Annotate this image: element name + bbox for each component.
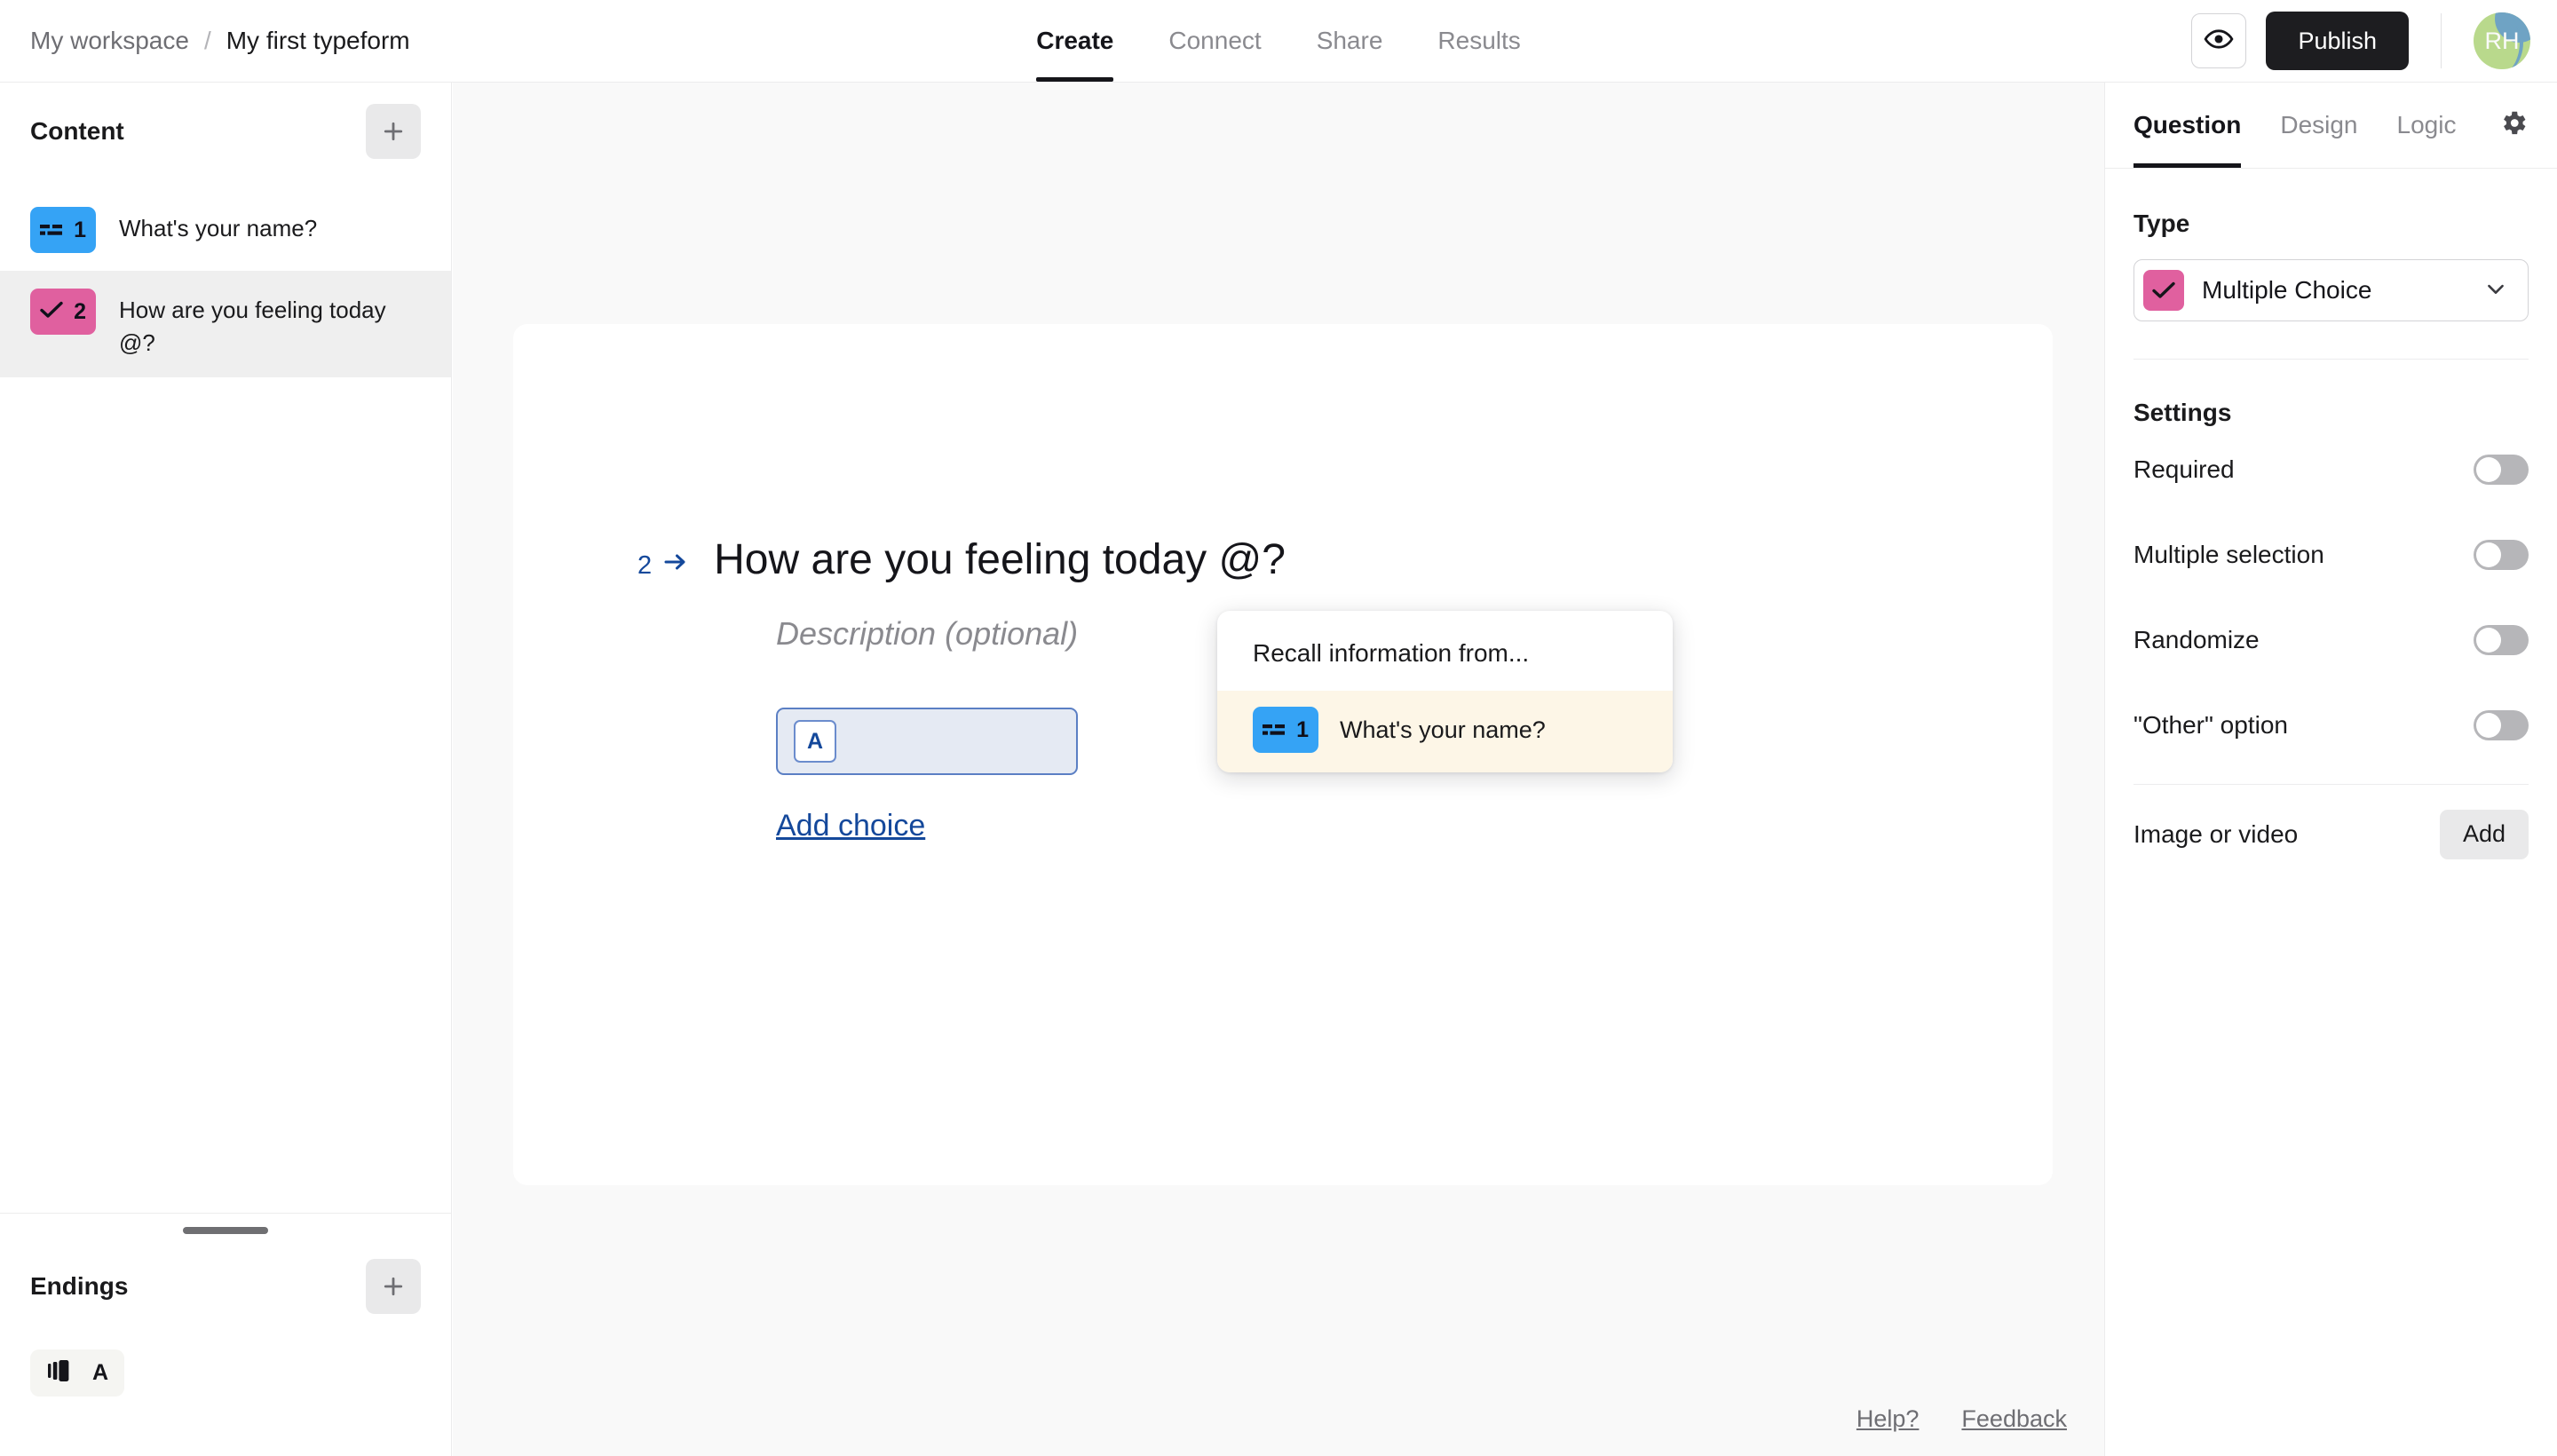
header-divider <box>2441 13 2442 68</box>
tab-question[interactable]: Question <box>2133 83 2242 168</box>
image-or-video-row: Image or video Add <box>2133 784 2529 883</box>
plus-icon <box>381 1274 406 1299</box>
setting-label: "Other" option <box>2133 711 2288 739</box>
image-or-video-label: Image or video <box>2133 819 2299 848</box>
publish-button[interactable]: Publish <box>2266 12 2409 70</box>
question-card: 2 How are you feeling today @? Descripti… <box>513 324 2053 1185</box>
right-panel-tabs: Question Design Logic <box>2105 83 2557 169</box>
right-panel-body: Type Multiple Choice Settings Required M… <box>2105 210 2557 883</box>
toggle-knob <box>2476 628 2501 653</box>
endings-divider <box>0 1213 451 1214</box>
endings-panel-header: Endings <box>0 1238 451 1335</box>
question-number: 1 <box>74 217 86 242</box>
tab-share[interactable]: Share <box>1317 0 1383 82</box>
breadcrumb-form-title[interactable]: My first typeform <box>226 27 410 55</box>
endings-list: A <box>0 1335 451 1411</box>
toggle-knob <box>2476 713 2501 738</box>
add-content-button[interactable] <box>366 104 421 159</box>
question-heading: 2 How are you feeling today @? <box>637 536 1286 584</box>
choice-key-badge: A <box>794 720 836 763</box>
avatar[interactable]: RH <box>2474 12 2530 69</box>
breadcrumb-workspace[interactable]: My workspace <box>30 27 189 55</box>
tab-connect[interactable]: Connect <box>1168 0 1261 82</box>
chevron-down-icon <box>2483 276 2508 305</box>
content-question-list: 1 What's your name? 2 How are you feelin… <box>0 180 451 377</box>
setting-randomize: Randomize <box>2133 597 2529 683</box>
setting-label: Multiple selection <box>2133 541 2324 568</box>
question-number-label: 2 <box>637 551 653 580</box>
tab-results[interactable]: Results <box>1437 0 1520 82</box>
question-title[interactable]: How are you feeling today @? <box>714 536 1286 584</box>
choice-input-a[interactable]: A <box>776 708 1078 775</box>
add-media-button[interactable]: Add <box>2439 809 2529 859</box>
ending-card-icon <box>46 1357 73 1389</box>
setting-multiple-selection: Multiple selection <box>2133 512 2529 597</box>
endings-panel: Endings A <box>0 1213 451 1456</box>
sidebar-item-question-1[interactable]: 1 What's your name? <box>0 189 451 271</box>
question-badge: 2 <box>30 289 96 335</box>
add-choice-link[interactable]: Add choice <box>776 809 925 843</box>
type-label: Type <box>2133 210 2190 237</box>
question-number: 1 <box>1296 716 1309 742</box>
tab-create[interactable]: Create <box>1036 0 1114 82</box>
left-sidebar: Content 1 What's your name? 2 How are yo… <box>0 83 452 1456</box>
feedback-link[interactable]: Feedback <box>1961 1405 2067 1433</box>
panel-resize-handle[interactable] <box>183 1227 268 1234</box>
short-text-icon <box>1263 717 1286 743</box>
avatar-initials: RH <box>2484 27 2520 54</box>
sidebar-item-question-2[interactable]: 2 How are you feeling today @? <box>0 271 451 377</box>
question-type-value: Multiple Choice <box>2202 276 2372 304</box>
top-right-actions: Publish RH <box>2191 0 2530 82</box>
required-toggle[interactable] <box>2474 455 2529 485</box>
recall-information-popup: Recall information from... 1 What's your… <box>1217 611 1673 772</box>
setting-other-option: "Other" option <box>2133 683 2529 768</box>
randomize-toggle[interactable] <box>2474 625 2529 655</box>
tab-logic[interactable]: Logic <box>2397 83 2457 168</box>
check-icon <box>40 299 63 325</box>
arrow-right-icon <box>664 552 687 576</box>
help-link[interactable]: Help? <box>1856 1405 1920 1433</box>
endings-title: Endings <box>30 1272 129 1300</box>
content-panel-header: Content <box>0 83 451 180</box>
panel-divider <box>2133 359 2529 360</box>
eye-icon <box>2204 24 2234 59</box>
content-title: Content <box>30 117 124 145</box>
breadcrumb-separator: / <box>203 27 211 54</box>
setting-label: Randomize <box>2133 626 2260 653</box>
breadcrumb: My workspace / My first typeform <box>30 0 410 82</box>
right-panel: Question Design Logic Type Multiple Choi… <box>2104 83 2557 1456</box>
settings-button[interactable] <box>2498 108 2529 143</box>
gear-icon <box>2498 108 2529 143</box>
question-number: 2 <box>74 298 86 324</box>
toggle-knob <box>2476 542 2501 567</box>
plus-icon <box>381 119 406 144</box>
toggle-knob <box>2476 457 2501 482</box>
sidebar-item-label: How are you feeling today @? <box>119 297 386 356</box>
short-text-icon <box>40 218 63 243</box>
settings-title: Settings <box>2133 399 2232 426</box>
question-badge: 1 <box>1253 707 1318 753</box>
question-type-select[interactable]: Multiple Choice <box>2133 259 2529 321</box>
sidebar-item-label: What's your name? <box>119 215 318 241</box>
add-ending-button[interactable] <box>366 1259 421 1314</box>
recall-item-label: What's your name? <box>1340 716 1546 743</box>
ending-letter: A <box>92 1360 109 1385</box>
check-icon <box>2143 270 2184 311</box>
question-badge: 1 <box>30 207 96 253</box>
canvas-footer-links: Help? Feedback <box>1856 1405 2067 1433</box>
preview-button[interactable] <box>2191 13 2247 68</box>
setting-label: Required <box>2133 455 2235 483</box>
recall-popup-item-1[interactable]: 1 What's your name? <box>1217 691 1673 772</box>
multiple-selection-toggle[interactable] <box>2474 540 2529 570</box>
setting-required: Required <box>2133 427 2529 512</box>
question-description-placeholder[interactable]: Description (optional) <box>776 615 1078 653</box>
top-bar: My workspace / My first typeform Create … <box>0 0 2557 83</box>
other-option-toggle[interactable] <box>2474 710 2529 740</box>
recall-popup-title: Recall information from... <box>1253 639 1530 667</box>
form-canvas: 2 How are you feeling today @? Descripti… <box>453 83 2104 1456</box>
ending-item-a[interactable]: A <box>30 1349 125 1397</box>
tab-design[interactable]: Design <box>2280 83 2357 168</box>
